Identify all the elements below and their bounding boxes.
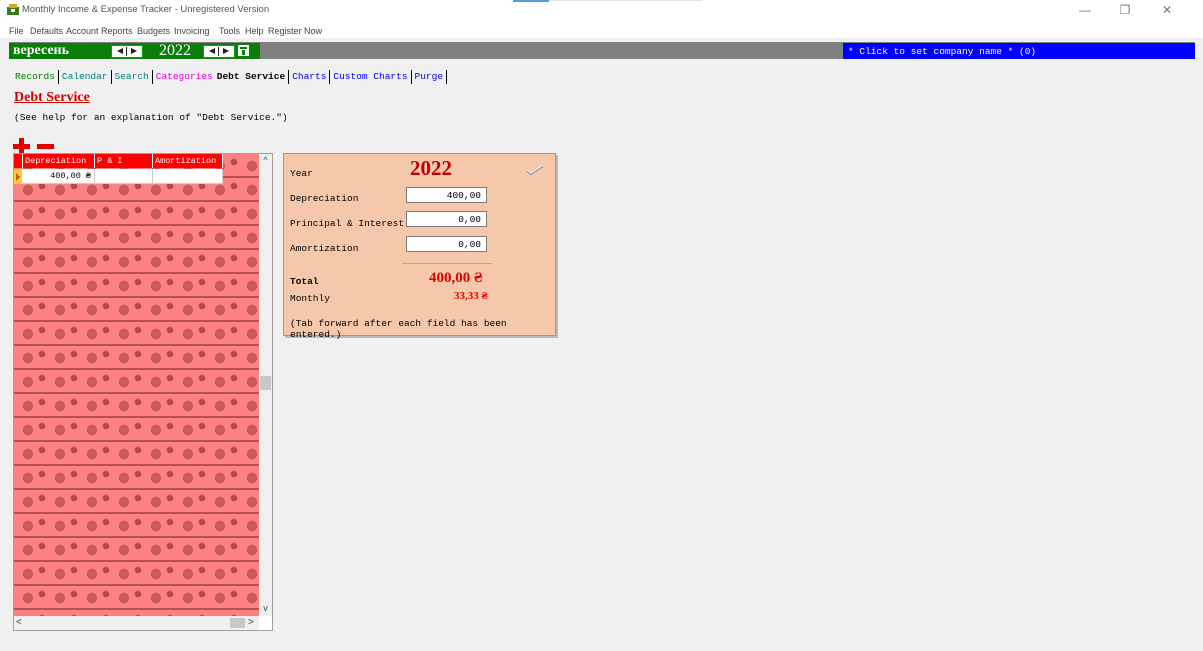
scroll-right-icon[interactable]: > [248,617,254,628]
menu-reports[interactable]: Reports [101,26,133,36]
page-title: Debt Service [14,90,90,105]
scroll-down-icon[interactable]: v [259,602,272,615]
amortization-label: Amortization [290,243,359,254]
scroll-up-icon[interactable]: ^ [259,154,272,167]
current-row-icon [14,169,22,184]
scroll-thumb[interactable] [260,376,271,390]
page-subtitle: (See help for an explanation of "Debt Se… [14,112,288,123]
cell-depreciation[interactable]: 400,00 ₴ [22,169,95,184]
menu-bar: File Defaults Account Reports Budgets In… [0,20,1203,38]
prev-year-icon[interactable] [209,48,215,54]
pi-label: Principal & Interest [290,218,405,229]
grid-corner [14,154,23,168]
panel-note: (Tab forward after each field has been e… [290,318,507,340]
year-nav-button[interactable] [203,45,235,58]
title-bar: Monthly Income & Expense Tracker - Unreg… [0,0,1203,20]
tab-debt-service[interactable]: Debt Service [215,70,287,83]
column-header-amortization[interactable]: Amortization [153,154,223,168]
scroll-left-icon[interactable]: < [16,617,22,628]
next-month-icon[interactable] [131,48,137,54]
company-name-bar[interactable]: * Click to set company name * (0) [843,43,1195,59]
total-value: 400,00 ₴ [429,270,483,286]
tab-calendar[interactable]: Calendar [60,70,110,83]
menu-budgets[interactable]: Budgets [137,26,170,36]
menu-invoicing[interactable]: Invoicing [174,26,210,36]
month-label[interactable]: вересень [13,43,69,59]
minimize-button[interactable]: — [1070,2,1100,18]
tab-search[interactable]: Search [113,70,151,83]
tab-records[interactable]: Records [13,70,57,83]
cell-amortization[interactable] [153,169,223,184]
column-header-pi[interactable]: P & I [95,154,153,168]
pi-input[interactable]: 0,00 [406,211,487,227]
monthly-label: Monthly [290,293,330,304]
prev-month-icon[interactable] [117,48,123,54]
app-icon [7,4,19,15]
amortization-input[interactable]: 0,00 [406,236,487,252]
month-nav-button[interactable] [111,45,143,58]
menu-account[interactable]: Account [66,26,99,36]
column-header-depreciation[interactable]: Depreciation [23,154,95,168]
calendar-icon[interactable] [238,45,249,56]
tab-custom-charts[interactable]: Custom Charts [331,70,409,83]
tab-charts[interactable]: Charts [290,70,328,83]
close-button[interactable]: ✕ [1152,2,1182,18]
total-label: Total [290,276,319,287]
save-check-icon[interactable] [526,164,544,176]
tab-purge[interactable]: Purge [413,70,446,83]
period-selector: вересень 2022 [9,42,260,59]
maximize-button[interactable]: ❐ [1110,2,1140,18]
scroll-thumb-horizontal[interactable] [230,618,245,628]
monthly-value: 33,33 ₴ [454,290,488,302]
debt-service-panel: Year 2022 Depreciation 400,00 Principal … [283,153,556,340]
cell-pi[interactable] [95,169,153,184]
panel-year: 2022 [410,156,452,180]
menu-defaults[interactable]: Defaults [30,26,63,36]
remove-icon[interactable] [37,144,54,149]
total-divider [402,263,492,264]
vertical-scrollbar[interactable]: ^ v [259,154,272,616]
window-title: Monthly Income & Expense Tracker - Unreg… [22,4,270,15]
menu-file[interactable]: File [9,26,24,36]
debt-service-grid[interactable]: Depreciation P & I Amortization 400,00 ₴… [13,153,273,631]
menu-register-now[interactable]: Register Now [268,26,322,36]
horizontal-scrollbar[interactable]: < > [14,616,259,630]
year-field-label: Year [290,168,313,179]
company-name-label[interactable]: * Click to set company name * (0) [848,46,1036,57]
grid-background [14,154,259,616]
title-accent-line [513,0,549,2]
tab-categories[interactable]: Categories [154,70,215,83]
depreciation-label: Depreciation [290,193,359,204]
title-divider [549,0,702,1]
year-label: 2022 [159,42,191,59]
depreciation-input[interactable]: 400,00 [406,187,487,203]
menu-tools[interactable]: Tools [219,26,240,36]
tab-bar: Records Calendar Search Categories Debt … [13,70,448,84]
menu-help[interactable]: Help [245,26,264,36]
next-year-icon[interactable] [223,48,229,54]
